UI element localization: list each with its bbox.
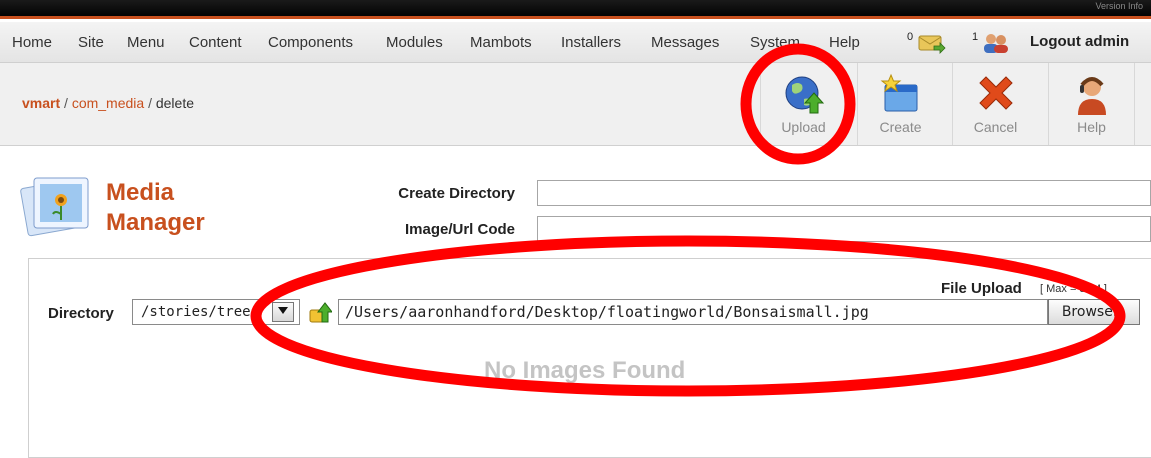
create-directory-input[interactable] xyxy=(537,180,1151,206)
breadcrumb-current: delete xyxy=(155,95,195,111)
media-manager-logo xyxy=(20,170,100,251)
upload-label: Upload xyxy=(781,119,826,135)
menu-item-home[interactable]: Home xyxy=(12,34,52,51)
image-url-code-input[interactable] xyxy=(537,216,1151,242)
version-info: Version Info xyxy=(1095,1,1143,11)
menu-item-site[interactable]: Site xyxy=(78,34,104,51)
create-directory-label: Create Directory xyxy=(398,185,515,202)
messages-count: 0 xyxy=(907,31,914,43)
create-button[interactable]: Create xyxy=(857,63,943,145)
help-button[interactable]: Help xyxy=(1048,63,1135,145)
mail-icon xyxy=(918,35,946,54)
file-upload-path-input[interactable]: /Users/aaronhandford/Desktop/floatingwor… xyxy=(338,299,1048,325)
menu-item-installers[interactable]: Installers xyxy=(561,34,621,51)
image-url-code-label: Image/Url Code xyxy=(404,221,515,238)
toolbar: vmart / com_media / delete Upload Create… xyxy=(0,63,1151,146)
chevron-down-icon xyxy=(278,307,288,314)
create-label: Create xyxy=(879,119,922,135)
menu-item-help[interactable]: Help xyxy=(829,34,860,51)
users-status[interactable]: 1 xyxy=(972,31,1011,54)
create-folder-icon xyxy=(880,73,917,112)
media-manager-icon xyxy=(20,177,89,237)
max-size-label: [ Max = 32M ] xyxy=(1040,283,1107,295)
breadcrumb-com-media[interactable]: com_media xyxy=(72,95,144,111)
no-images-message: No Images Found xyxy=(484,357,686,384)
upload-button[interactable]: Upload xyxy=(760,63,846,145)
up-directory-icon[interactable] xyxy=(308,300,332,324)
help-person-icon xyxy=(1077,77,1106,115)
messages-status[interactable]: 0 xyxy=(907,31,946,54)
cancel-x-icon xyxy=(978,76,1013,110)
users-icon xyxy=(984,34,1009,53)
users-count: 1 xyxy=(972,31,979,43)
menu-item-messages[interactable]: Messages xyxy=(651,34,719,51)
menu-item-components[interactable]: Components xyxy=(268,34,353,51)
cancel-button[interactable]: Cancel xyxy=(952,63,1038,145)
breadcrumb: vmart / com_media / delete xyxy=(22,95,195,111)
cancel-label: Cancel xyxy=(973,119,1018,135)
browse-button[interactable]: Browse... xyxy=(1048,299,1140,325)
menu-item-modules[interactable]: Modules xyxy=(386,34,443,51)
breadcrumb-vmart[interactable]: vmart xyxy=(22,95,60,111)
file-upload-label: File Upload xyxy=(941,280,1022,297)
page-title: Media Manager xyxy=(106,179,205,236)
menu-item-system[interactable]: System xyxy=(750,34,800,51)
help-label: Help xyxy=(1077,119,1106,135)
menu-item-mambots[interactable]: Mambots xyxy=(470,34,532,51)
upload-globe-icon xyxy=(785,76,824,114)
main-menu-bar: Home Site Menu Content Components Module… xyxy=(0,22,1151,63)
logout-link[interactable]: Logout admin xyxy=(1030,33,1129,50)
directory-label: Directory xyxy=(48,305,114,322)
top-accent-line xyxy=(0,16,1151,19)
menu-item-menu[interactable]: Menu xyxy=(127,34,165,51)
menu-item-content[interactable]: Content xyxy=(189,34,242,51)
directory-dropdown-arrow[interactable] xyxy=(272,302,294,322)
